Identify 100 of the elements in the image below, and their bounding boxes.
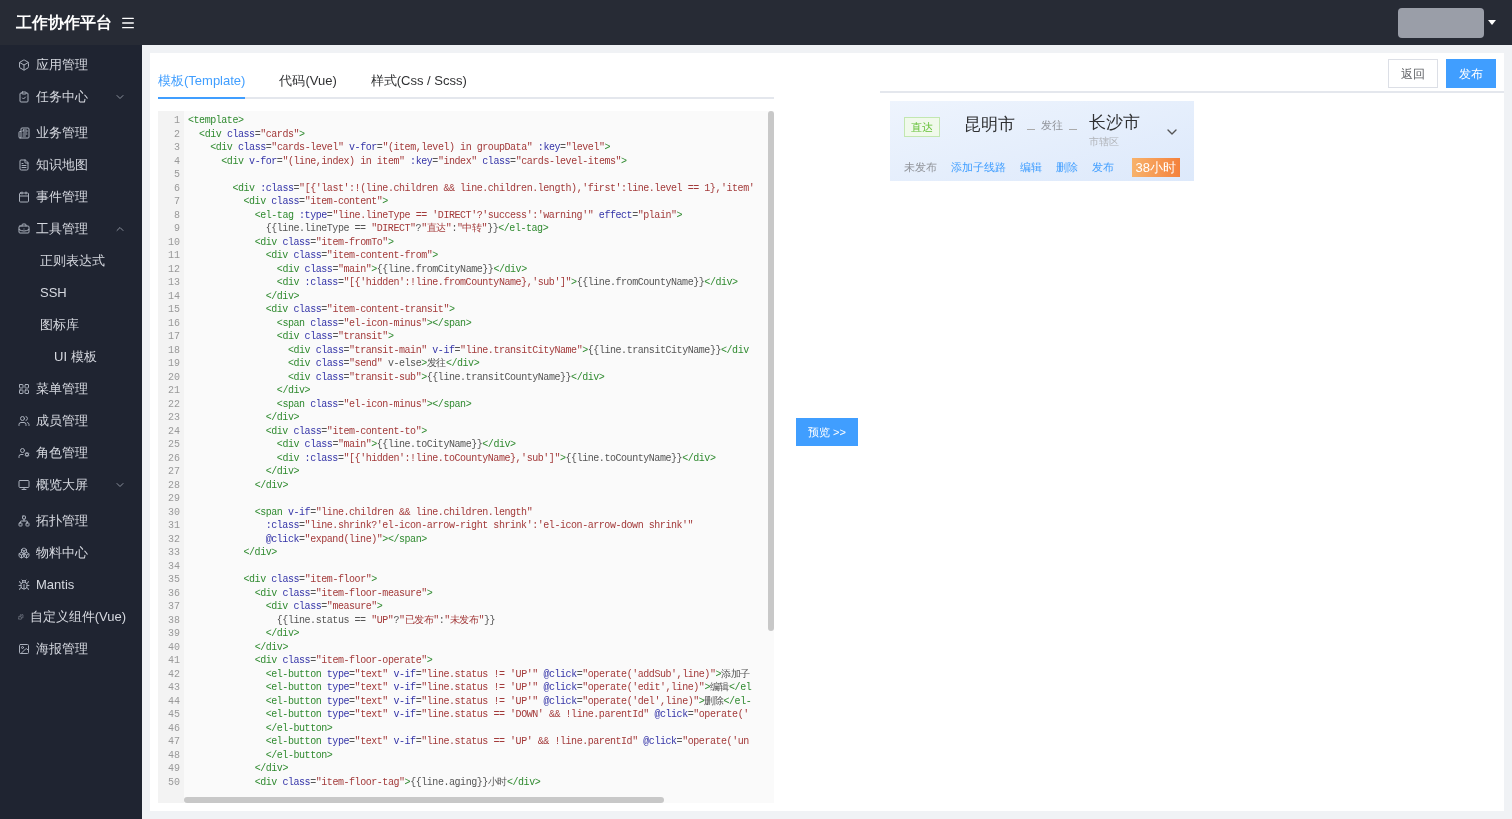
sidebar-item[interactable]: Mantis: [0, 569, 142, 601]
briefcase-icon: [18, 223, 30, 235]
calendar-icon: [18, 191, 30, 203]
line-number: 43: [167, 681, 181, 695]
sidebar-item[interactable]: 角色管理: [0, 437, 142, 469]
cube-icon: [18, 59, 30, 71]
code-line: </div>: [275, 384, 311, 398]
sidebar-subitem[interactable]: 正则表达式: [0, 245, 142, 277]
sidebar-item[interactable]: 任务中心: [0, 81, 142, 113]
line-number: 34: [167, 559, 181, 573]
sidebar-item[interactable]: 拓扑管理: [0, 501, 142, 537]
line-number: 31: [167, 519, 181, 533]
code-line: <div class="item-floor-measure">: [253, 586, 433, 600]
image-icon: [18, 643, 30, 655]
code-editor[interactable]: [158, 111, 774, 803]
sidebar-item[interactable]: 成员管理: [0, 405, 142, 437]
code-line: <span class="el-icon-minus"></span>: [275, 397, 472, 411]
editor-tab[interactable]: 代码(Vue): [279, 65, 337, 99]
code-line: <el-tag :type="line.lineType == 'DIRECT'?'success':'warning'" effect="plain">: [253, 208, 683, 222]
line-number: 11: [167, 249, 181, 263]
line-number: 30: [167, 505, 181, 519]
sidebar-item[interactable]: 海报管理: [0, 633, 142, 665]
sidebar-item[interactable]: 菜单管理: [0, 373, 142, 405]
line-number: 14: [167, 289, 181, 303]
line-number: 49: [167, 762, 181, 776]
code-line: <div class="item-floor-tag">{{line.aging}}小时</div>: [253, 775, 541, 789]
line-number: 33: [167, 546, 181, 560]
line-number: 6: [173, 181, 181, 195]
line-number: 19: [167, 357, 181, 371]
line-number: 15: [167, 303, 181, 317]
code-line: </el-button>: [264, 721, 333, 735]
line-number: 42: [167, 667, 181, 681]
line-number: 8: [173, 208, 181, 222]
code-line: <div :class="[{'hidden':!line.toCountyName},'sub']">{{line.toCountyName}}</div>: [275, 451, 716, 465]
document-icon: [18, 159, 30, 171]
sidebar-item[interactable]: 事件管理: [0, 181, 142, 213]
sidebar-item[interactable]: 概览大屏: [0, 469, 142, 501]
aging-badge: 38小时: [1131, 157, 1180, 177]
code-line: <span v-if="line.children && line.children.length": [253, 505, 533, 519]
line-number: 29: [167, 492, 181, 506]
to-district: 市辖区: [1089, 135, 1120, 149]
code-line: <div class="item-content-to">: [264, 424, 427, 438]
code-line: :class="line.shrink?'el-icon-arrow-right shrink':'el-icon-arrow-down shrink'": [264, 519, 694, 533]
line-number: 4: [173, 154, 181, 168]
line-number: 7: [173, 195, 181, 209]
code-line: <div class="item-floor-operate">: [253, 654, 433, 668]
sidebar-item[interactable]: 应用管理: [0, 49, 142, 81]
code-line: <div class="measure">: [264, 600, 383, 614]
line-number: 16: [167, 316, 181, 330]
sidebar-item[interactable]: 业务管理: [0, 113, 142, 149]
code-line: <el-button type="text" v-if="line.status == 'DOWN' && !line.parentId" @click="operate(': [264, 708, 749, 722]
avatar[interactable]: [1398, 7, 1484, 38]
sidebar-item[interactable]: 物料中心: [0, 537, 142, 569]
code-line: {{line.status == "UP"?"已发布":"未发布"}}: [275, 613, 496, 627]
code-line: </div>: [264, 289, 300, 303]
line-number: 40: [167, 640, 181, 654]
line-number: 24: [167, 424, 181, 438]
code-line: <span class="el-icon-minus"></span>: [275, 316, 472, 330]
line-number: 18: [167, 343, 181, 357]
horizontal-scrollbar[interactable]: [184, 797, 664, 803]
sidebar-item[interactable]: 知识地图: [0, 149, 142, 181]
line-number: 12: [167, 262, 181, 276]
from-city: 昆明市: [964, 114, 1015, 136]
line-number: 2: [173, 127, 181, 141]
line-number: 5: [173, 168, 181, 182]
line-number: 48: [167, 748, 181, 762]
sidebar-subitem[interactable]: 图标库: [0, 309, 142, 341]
direct-tag: 直达: [904, 117, 940, 137]
editor-tab[interactable]: 样式(Css / Scss): [370, 65, 467, 99]
code-line: {{line.lineType == "DIRECT"?"直达":"中转"}}</el-tag>: [264, 222, 549, 236]
hierarchy-icon: [18, 515, 30, 527]
code-line: </div>: [253, 478, 288, 492]
code-line: <div v-for="(line,index) in item" :key="index" class="cards-level-items">: [220, 154, 627, 168]
code-line: <el-button type="text" v-if="line.status == 'UP' && !line.parentId" @click="operate('un: [264, 735, 749, 749]
code-line: </div>: [264, 411, 300, 425]
sidebar-subitem[interactable]: UI 模板: [0, 341, 142, 373]
line-number: 27: [167, 465, 181, 479]
grid-icon: [18, 383, 30, 395]
line-number: 17: [167, 330, 181, 344]
users-icon: [18, 415, 30, 427]
code-line: </el-button>: [264, 748, 333, 762]
back-button[interactable]: 返回: [1388, 59, 1438, 88]
code-line: <div class="transit-sub">{{line.transitCountyName}}</div>: [286, 370, 605, 384]
line-number: 1: [173, 114, 181, 128]
sidebar-subitem[interactable]: SSH: [0, 277, 142, 309]
boxes-icon: [18, 547, 30, 559]
line-number: 13: [167, 276, 181, 290]
bug-icon: [18, 579, 30, 591]
vertical-scrollbar[interactable]: [768, 111, 774, 631]
caret-icon[interactable]: [1488, 20, 1496, 25]
sidebar-item[interactable]: 工具管理: [0, 213, 142, 245]
line-number: 41: [167, 654, 181, 668]
code-line: <div class="item-content">: [242, 195, 388, 209]
line-number: 47: [167, 735, 181, 749]
line-number: 20: [167, 370, 181, 384]
code-line: <div class="cards">: [198, 127, 305, 141]
sidebar-item[interactable]: 自定义组件(Vue): [0, 601, 142, 633]
code-line: <div class="main">{{line.toCityName}}</div>: [275, 438, 516, 452]
line-number: 32: [167, 532, 181, 546]
line-number: 22: [167, 397, 181, 411]
